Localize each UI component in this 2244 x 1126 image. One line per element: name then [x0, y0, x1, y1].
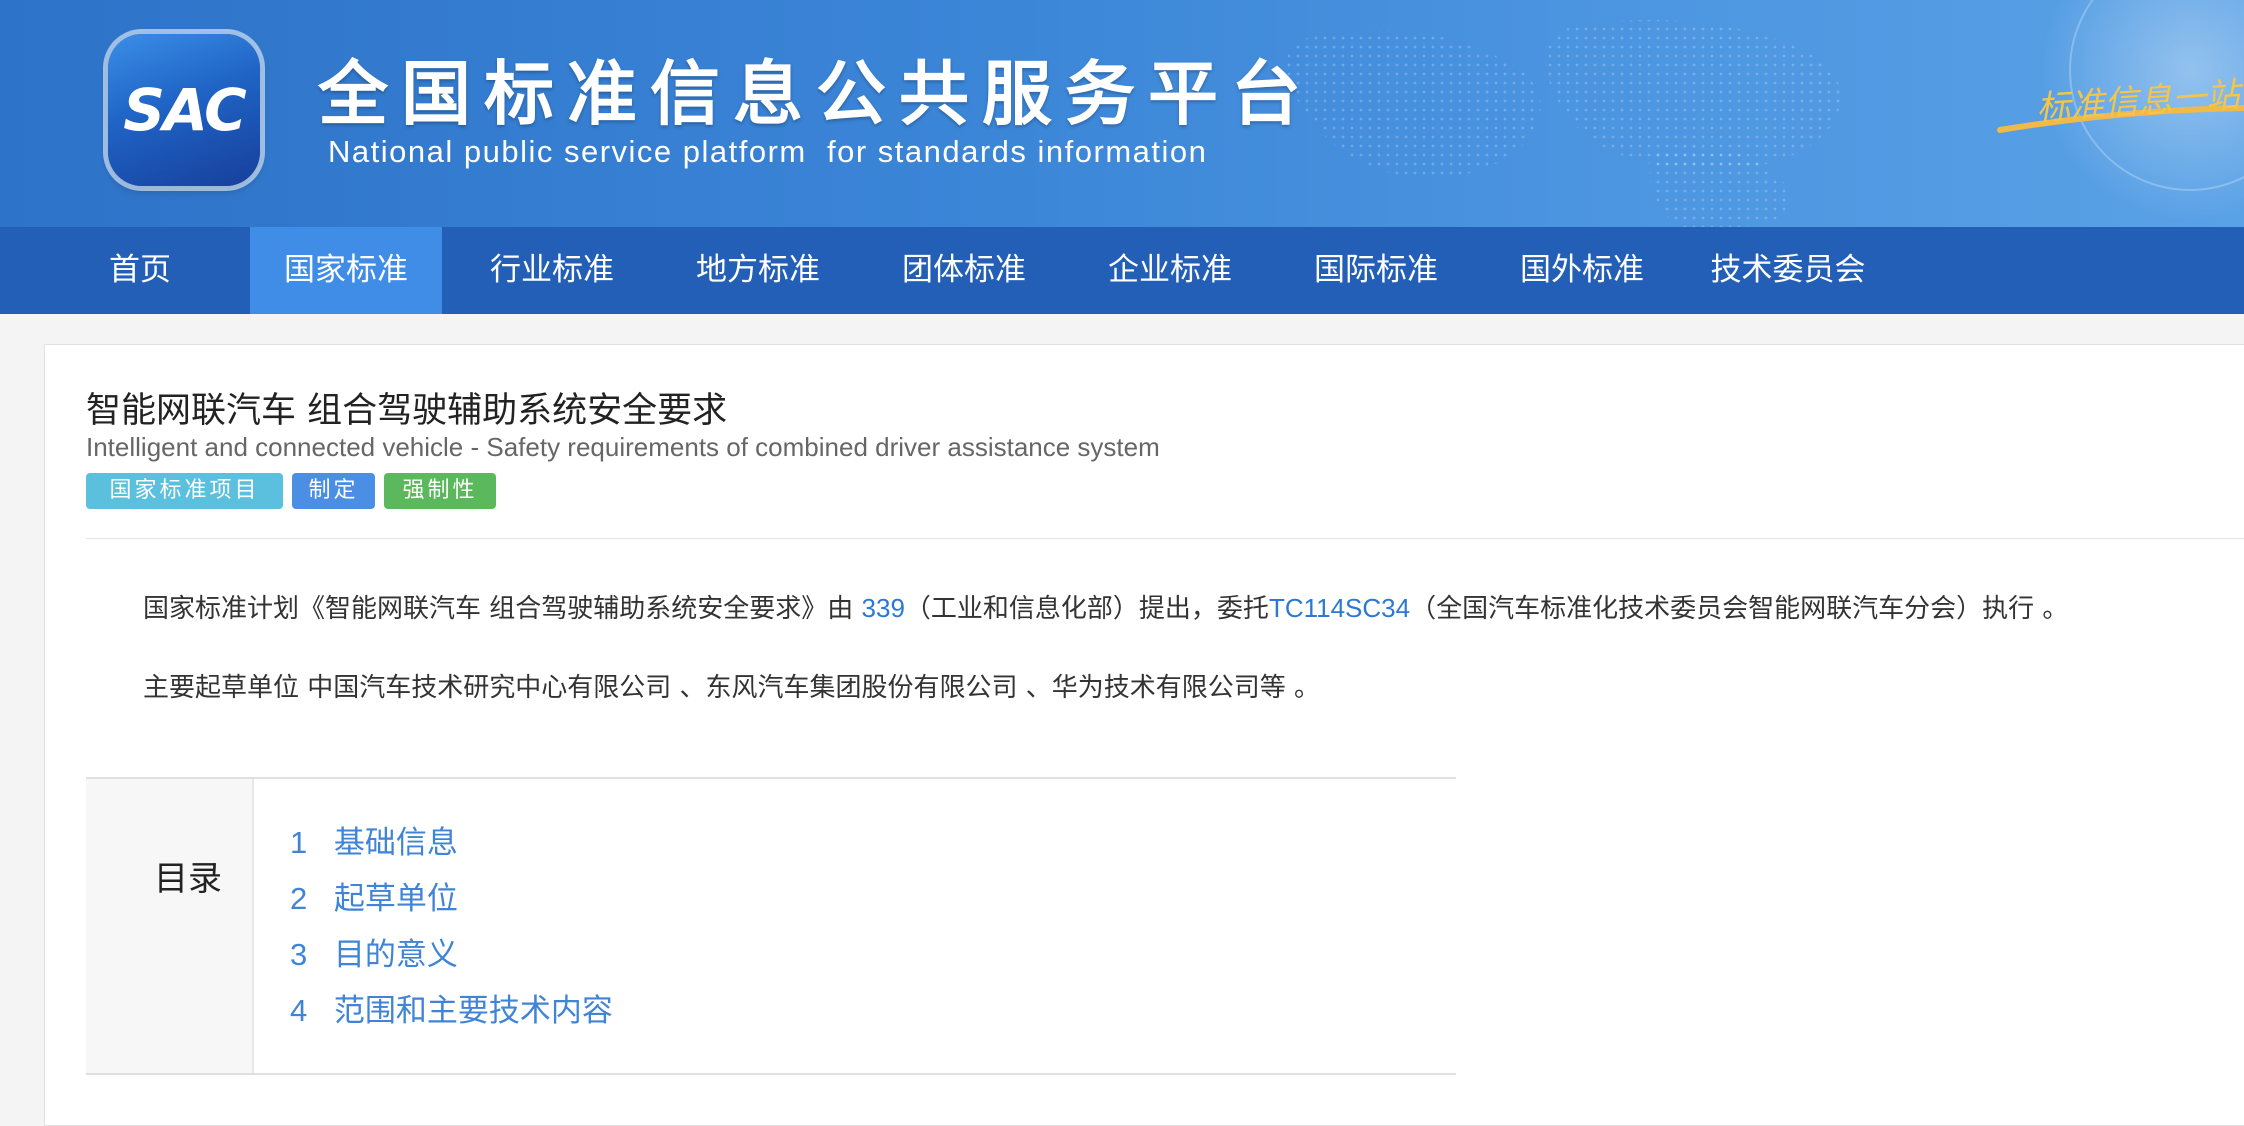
nav-item-foreign-standards[interactable]: 国外标准 [1494, 227, 1670, 314]
header-banner: SAC 全国标准信息公共服务平台 National public service… [0, 0, 2244, 227]
status-badge: 制定 [292, 473, 375, 509]
nav-item-technical-committee[interactable]: 技术委员会 [1690, 227, 1886, 314]
toc-label-cell: 目录 [86, 779, 254, 1073]
toc-item-scope[interactable]: 4 范围和主要技术内容 [290, 985, 613, 1030]
toc-item-label: 目的意义 [333, 937, 458, 973]
nav-item-industry-standards[interactable]: 行业标准 [464, 227, 640, 314]
plan-description: 国家标准计划《智能网联汽车 组合驾驶辅助系统安全要求》由 339（工业和信息化部… [143, 588, 2068, 625]
proposer-link[interactable]: 339 [862, 593, 905, 623]
toc-item-basic-info[interactable]: 1 基础信息 [290, 817, 458, 862]
toc-item-drafting-units[interactable]: 2 起草单位 [290, 873, 458, 918]
main-nav: 首页 国家标准 行业标准 地方标准 团体标准 企业标准 国际标准 国外标准 技术… [0, 227, 2244, 314]
nav-item-international-standards[interactable]: 国际标准 [1288, 227, 1464, 314]
project-type-badge: 国家标准项目 [86, 473, 283, 509]
logo-text: SAC [123, 76, 246, 144]
plan-text-suffix: （全国汽车标准化技术委员会智能网联汽车分会）执行 。 [1410, 594, 2069, 624]
nav-item-national-standards[interactable]: 国家标准 [250, 227, 442, 314]
toc-item-number: 1 [290, 825, 308, 860]
page-subtitle-en: Intelligent and connected vehicle - Safe… [86, 432, 1160, 462]
nav-item-home[interactable]: 首页 [72, 227, 208, 314]
committee-link[interactable]: TC114SC34 [1269, 593, 1410, 623]
plan-text-middle: （工业和信息化部）提出，委托 [904, 594, 1269, 624]
toc-item-number: 3 [290, 937, 308, 972]
nature-badge: 强制性 [384, 473, 496, 509]
plan-text-prefix: 国家标准计划《智能网联汽车 组合驾驶辅助系统安全要求》由 [143, 594, 862, 624]
page-title: 智能网联汽车 组合驾驶辅助系统安全要求 [86, 391, 728, 431]
drafters-description: 主要起草单位 中国汽车技术研究中心有限公司 、东风汽车集团股份有限公司 、华为技… [143, 673, 1321, 703]
toc-item-number: 4 [290, 993, 308, 1028]
nav-item-enterprise-standards[interactable]: 企业标准 [1082, 227, 1258, 314]
toc-item-number: 2 [290, 881, 308, 916]
nav-item-local-standards[interactable]: 地方标准 [670, 227, 846, 314]
toc-item-purpose[interactable]: 3 目的意义 [290, 929, 458, 974]
table-of-contents: 目录 1 基础信息 2 起草单位 3 目的意义 4 范围和主要技术内容 [86, 777, 1456, 1075]
toc-label: 目录 [154, 859, 222, 899]
nav-item-group-standards[interactable]: 团体标准 [876, 227, 1052, 314]
site-title-cn: 全国标准信息公共服务平台 [318, 53, 1314, 135]
site-title-en: National public service platform for sta… [328, 134, 1208, 169]
toc-item-label: 起草单位 [333, 881, 458, 917]
sac-logo[interactable]: SAC [108, 34, 260, 186]
divider [86, 538, 2244, 539]
toc-item-label: 范围和主要技术内容 [333, 993, 613, 1029]
toc-item-label: 基础信息 [333, 825, 458, 861]
